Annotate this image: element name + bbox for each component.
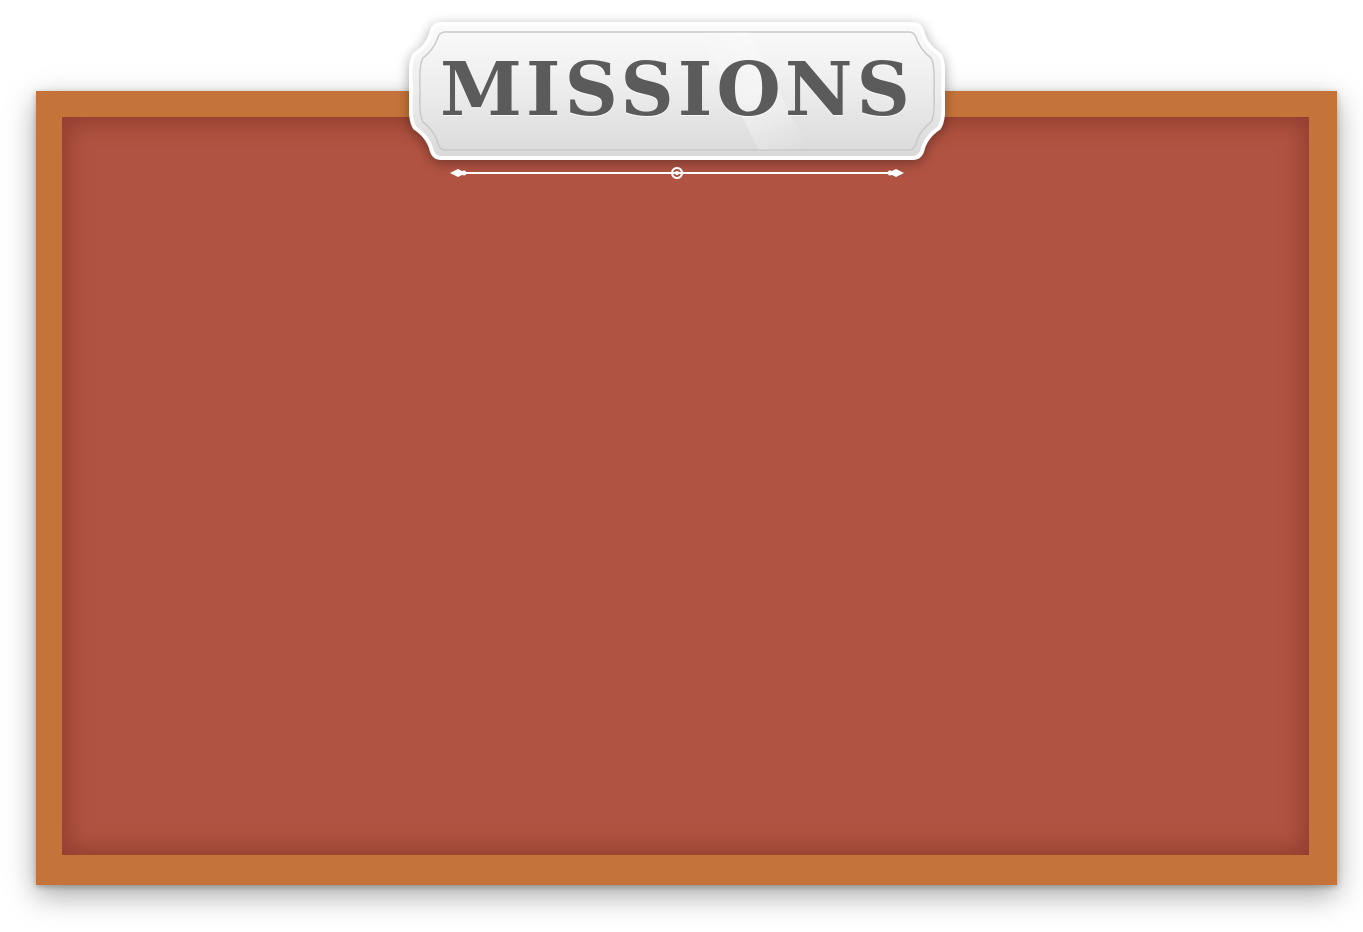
missions-content-panel [62, 117, 1309, 855]
missions-board-frame [36, 91, 1337, 885]
missions-screen: MISSIONS [0, 0, 1363, 932]
missions-title: MISSIONS [440, 47, 914, 133]
title-plaque: MISSIONS [409, 20, 945, 162]
ornamental-divider-icon [450, 167, 904, 179]
